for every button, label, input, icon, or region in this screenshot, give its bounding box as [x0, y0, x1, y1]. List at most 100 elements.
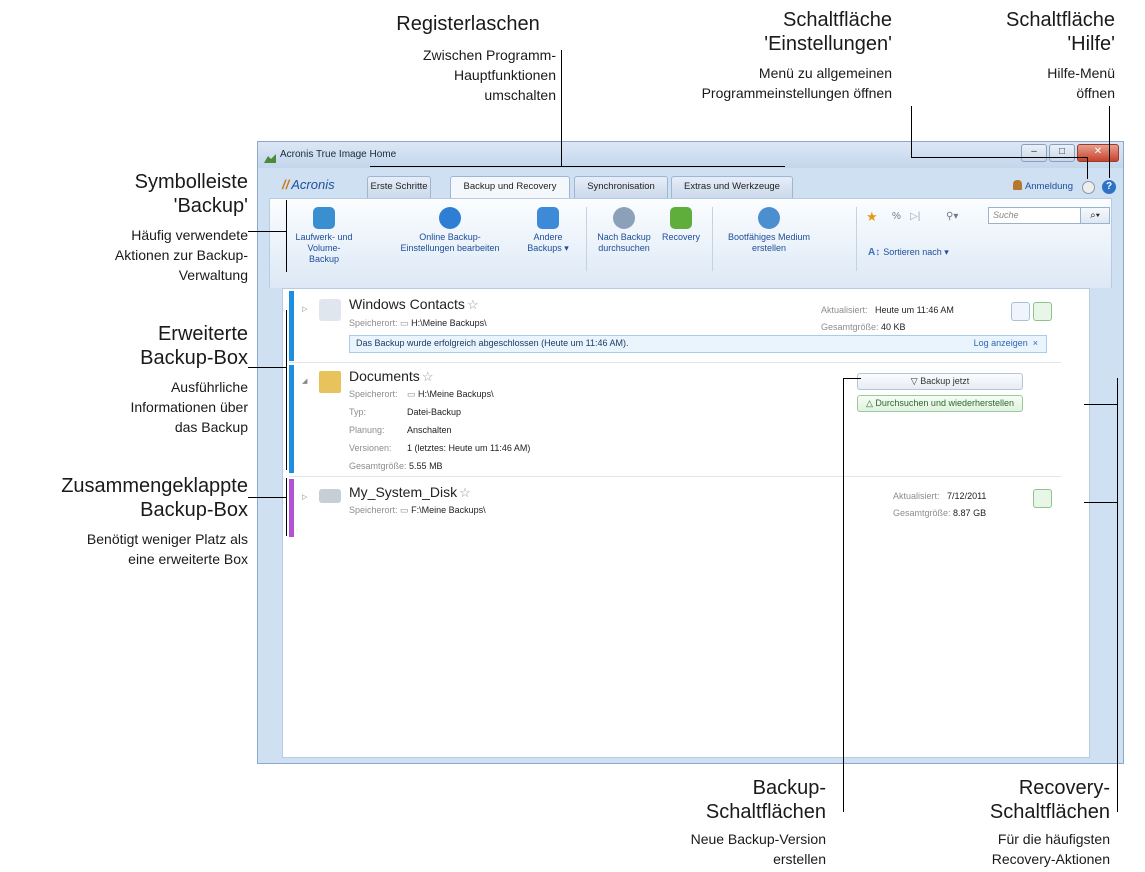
collapse-triangle-icon[interactable]: ◢: [302, 377, 307, 385]
skip-icon[interactable]: ▷|: [910, 211, 920, 222]
callout-line: [286, 478, 287, 536]
size-row: Gesamtgröße: 8.87 GB: [893, 508, 987, 518]
search-icon[interactable]: ⌕▾: [1080, 207, 1110, 224]
backup-toolbar: Laufwerk- und Volume- Backup Online Backu…: [269, 198, 1112, 288]
tab-backup-und-recovery[interactable]: Backup und Recovery: [450, 176, 570, 199]
updated-row: Aktualisiert: Heute um 11:46 AM: [821, 305, 954, 315]
annotation-backup-buttons: Backup- Schaltflächen Neue Backup-Versio…: [620, 776, 826, 868]
backup-box-windows-contacts[interactable]: ▷ Windows Contacts ☆ Speicherort: ▭ H:\Me…: [289, 291, 1061, 361]
online-backup-icon: [439, 207, 461, 229]
favorite-star-icon[interactable]: ☆: [467, 297, 479, 312]
annotation-recovery-buttons-desc-2: Recovery-Aktionen: [991, 850, 1110, 867]
title-bar[interactable]: Acronis True Image Home – □ ✕: [258, 142, 1123, 168]
annotation-settings: Schaltfläche 'Einstellungen' Menü zu all…: [640, 8, 892, 102]
location-row: Speicherort: ▭ H:\Meine Backups\: [349, 389, 494, 399]
documents-folder-icon: [319, 371, 341, 393]
login-link[interactable]: Anmeldung: [1012, 180, 1073, 192]
settings-gear-icon[interactable]: [1082, 181, 1095, 194]
box-accent: [289, 291, 294, 361]
annotation-settings-desc-2: Programmeinstellungen öffnen: [701, 84, 892, 101]
backup-list: ▷ Windows Contacts ☆ Speicherort: ▭ H:\Me…: [282, 288, 1090, 758]
backup-now-icon[interactable]: [1011, 302, 1030, 321]
browse-backup-button[interactable]: Nach Backup durchsuchen: [592, 203, 656, 254]
favorite-star-icon[interactable]: ☆: [459, 485, 471, 500]
toolbar-separator: [586, 207, 587, 271]
annotation-recovery-buttons-title-2: Schaltflächen: [989, 801, 1110, 824]
toolbar-separator: [712, 207, 713, 271]
annotation-help-desc-2: öffnen: [1076, 84, 1115, 101]
window-title: Acronis True Image Home: [280, 149, 397, 160]
disk-backup-button[interactable]: Laufwerk- und Volume- Backup: [278, 203, 370, 264]
other-backups-button[interactable]: Andere Backups ▾: [518, 203, 578, 254]
expand-triangle-icon[interactable]: ▷: [302, 493, 307, 501]
backup-name: My_System_Disk ☆: [349, 484, 471, 500]
expand-triangle-icon[interactable]: ▷: [302, 305, 307, 313]
backup-box-documents[interactable]: ◢ Documents ☆ Speicherort: ▭ H:\Meine Back…: [289, 365, 1061, 473]
contacts-backup-icon: [319, 299, 341, 321]
annotation-backup-buttons-title-1: Backup-: [752, 777, 826, 799]
annotation-expanded-desc-3: das Backup: [174, 418, 248, 435]
recovery-button[interactable]: Recovery: [656, 203, 706, 243]
annotation-tabs: Registerlaschen: [368, 12, 568, 36]
backup-name: Documents ☆: [349, 368, 434, 384]
browse-and-restore-button[interactable]: △ Durchsuchen und wiederherstellen: [857, 395, 1023, 412]
tab-extras-und-werkzeuge[interactable]: Extras und Werkzeuge: [671, 176, 793, 198]
sort-icon: A↕: [868, 247, 881, 258]
recover-icon[interactable]: [1033, 302, 1052, 321]
backup-name: Windows Contacts ☆: [349, 296, 479, 312]
close-status-icon[interactable]: ×: [1033, 338, 1038, 348]
callout-line: [1117, 378, 1118, 812]
callout-line: [843, 378, 861, 379]
annotation-collapsed-desc-2: eine erweiterte Box: [128, 550, 248, 567]
box-accent: [289, 365, 294, 473]
drive-icon: ▭: [407, 389, 416, 399]
acronis-logo: //Acronis: [282, 177, 335, 192]
sort-menu[interactable]: A↕ Sortieren nach ▾: [868, 247, 949, 258]
annotation-backup-buttons-title-2: Schaltflächen: [705, 801, 826, 824]
annotation-help-title-1: Schaltfläche: [1006, 9, 1115, 31]
divider: [289, 362, 1061, 363]
tools-icon[interactable]: ⚲▾: [946, 211, 958, 222]
close-button[interactable]: ✕: [1077, 144, 1119, 162]
annotation-recovery-buttons-title-1: Recovery-: [1018, 777, 1110, 799]
callout-line: [911, 106, 912, 157]
online-backup-settings-button[interactable]: Online Backup- Einstellungen bearbeiten: [390, 203, 510, 254]
callout-line: [1084, 502, 1118, 503]
tab-row: //Acronis Erste Schritte Backup und Reco…: [258, 168, 1123, 199]
bootable-media-icon: [758, 207, 780, 229]
divider: [289, 476, 1061, 477]
bootable-media-button[interactable]: Bootfähiges Medium erstellen: [720, 203, 818, 254]
user-icon: [1012, 180, 1022, 190]
callout-line: [370, 166, 785, 167]
location-row: Speicherort: ▭ F:\Meine Backups\: [349, 505, 486, 515]
search-input[interactable]: Suche: [988, 207, 1083, 224]
tab-erste-schritte[interactable]: Erste Schritte: [367, 176, 431, 198]
recover-icon[interactable]: [1033, 489, 1052, 508]
favorites-star-icon[interactable]: ★: [866, 209, 878, 225]
disk-backup-icon: [319, 489, 341, 503]
callout-line: [1084, 404, 1118, 405]
type-row: Typ: Datei-Backup: [349, 407, 462, 417]
annotation-settings-title-1: Schaltfläche: [783, 9, 892, 31]
tab-synchronisation[interactable]: Synchronisation: [574, 176, 668, 198]
drive-icon: ▭: [400, 505, 409, 515]
annotation-collapsed-title-1: Zusammengeklappte: [61, 475, 248, 497]
favorite-star-icon[interactable]: ☆: [422, 369, 434, 384]
minimize-button[interactable]: –: [1021, 144, 1047, 162]
annotation-expanded-desc-2: Informationen über: [130, 398, 248, 415]
log-link[interactable]: Log anzeigen ×: [974, 336, 1038, 351]
backup-now-button[interactable]: ▽ Backup jetzt: [857, 373, 1023, 390]
help-icon[interactable]: ?: [1102, 180, 1116, 194]
annotation-collapsed-desc-1: Benötigt weniger Platz als: [86, 530, 248, 547]
annotation-help-title-2: 'Hilfe': [1067, 33, 1115, 56]
maximize-button[interactable]: □: [1049, 144, 1075, 162]
browse-backup-icon: [613, 207, 635, 229]
annotation-recovery-buttons-desc-1: Für die häufigsten: [997, 830, 1110, 847]
backup-box-my-system-disk[interactable]: ▷ My_System_Disk ☆ Speicherort: ▭ F:\Mein…: [289, 479, 1061, 537]
annotation-tabs-title: Registerlaschen: [396, 13, 540, 35]
callout-line: [561, 50, 562, 166]
filter-icon[interactable]: %: [892, 211, 901, 222]
annotation-tabs-desc-2: Hauptfunktionen: [454, 67, 556, 84]
callout-line: [1109, 106, 1110, 178]
annotation-toolbar: Symbolleiste 'Backup' Häufig verwendete …: [40, 170, 248, 284]
